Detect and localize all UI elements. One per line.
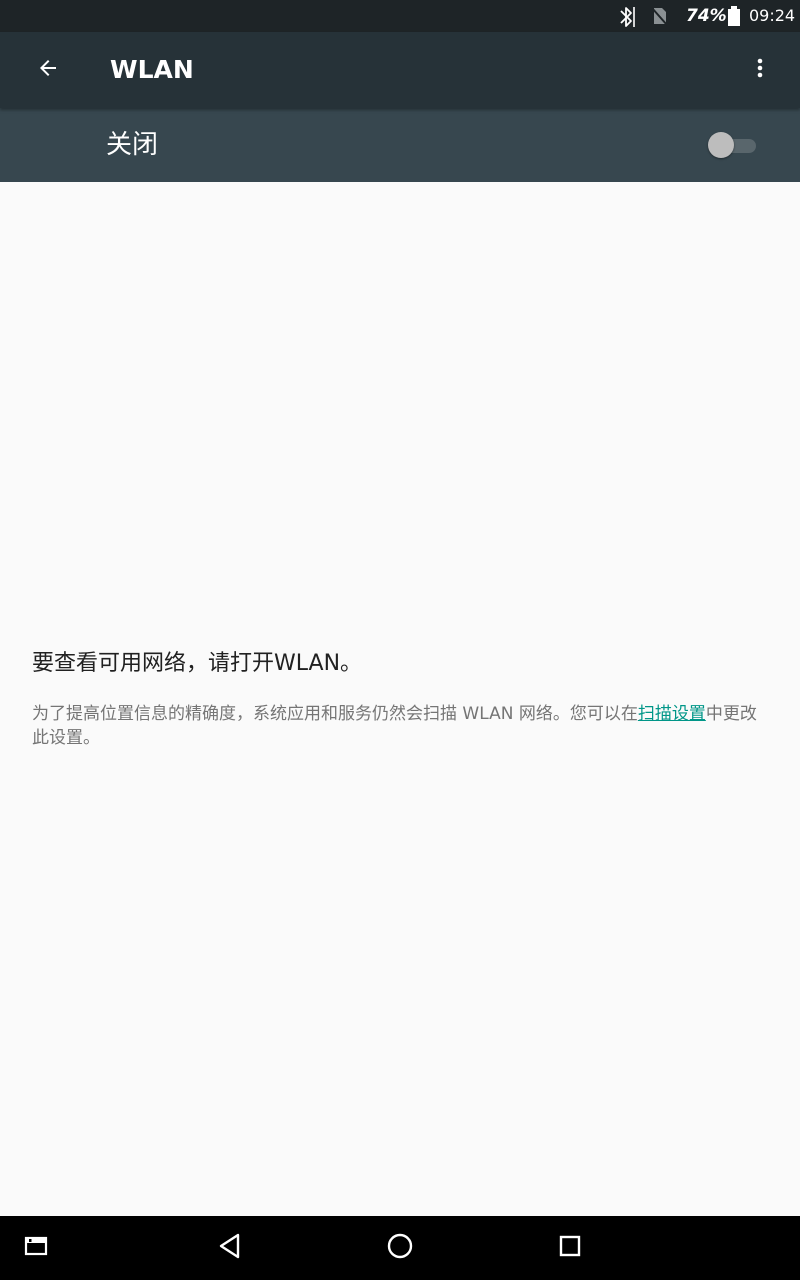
switch-state-label: 关闭 bbox=[106, 130, 159, 160]
status-bar: 74% 09:24 bbox=[0, 0, 800, 32]
empty-state-heading: 要查看可用网络，请打开WLAN。 bbox=[32, 651, 363, 676]
page-title: WLAN bbox=[110, 55, 194, 84]
back-button[interactable] bbox=[24, 46, 72, 94]
battery-percentage: 74% bbox=[686, 6, 727, 26]
back-triangle-icon bbox=[217, 1232, 243, 1264]
toggle-thumb bbox=[708, 132, 734, 158]
no-sim-icon bbox=[650, 5, 668, 27]
more-options-button[interactable] bbox=[736, 46, 784, 94]
recent-apps-window-icon bbox=[24, 1235, 48, 1261]
wlan-switch-bar[interactable]: 关闭 bbox=[0, 108, 800, 182]
empty-state-description: 为了提高位置信息的精确度，系统应用和服务仍然会扫描 WLAN 网络。您可以在扫描… bbox=[32, 702, 772, 750]
description-text-before: 为了提高位置信息的精确度，系统应用和服务仍然会扫描 WLAN 网络。您可以在 bbox=[32, 704, 638, 724]
app-bar: WLAN bbox=[0, 32, 800, 108]
more-vert-icon bbox=[748, 56, 772, 84]
overview-square-icon bbox=[558, 1234, 582, 1262]
bluetooth-icon bbox=[616, 5, 638, 27]
nav-back-button[interactable] bbox=[206, 1224, 254, 1272]
scan-settings-link[interactable]: 扫描设置 bbox=[638, 704, 706, 724]
nav-overview-button[interactable] bbox=[546, 1224, 594, 1272]
home-circle-icon bbox=[386, 1232, 414, 1264]
recent-apps-window-button[interactable] bbox=[12, 1224, 60, 1272]
navigation-bar bbox=[0, 1216, 800, 1280]
wlan-toggle-switch[interactable] bbox=[708, 132, 758, 158]
clock: 09:24 bbox=[749, 6, 796, 25]
nav-home-button[interactable] bbox=[376, 1224, 424, 1272]
arrow-back-icon bbox=[36, 56, 60, 84]
battery-icon bbox=[727, 6, 741, 28]
